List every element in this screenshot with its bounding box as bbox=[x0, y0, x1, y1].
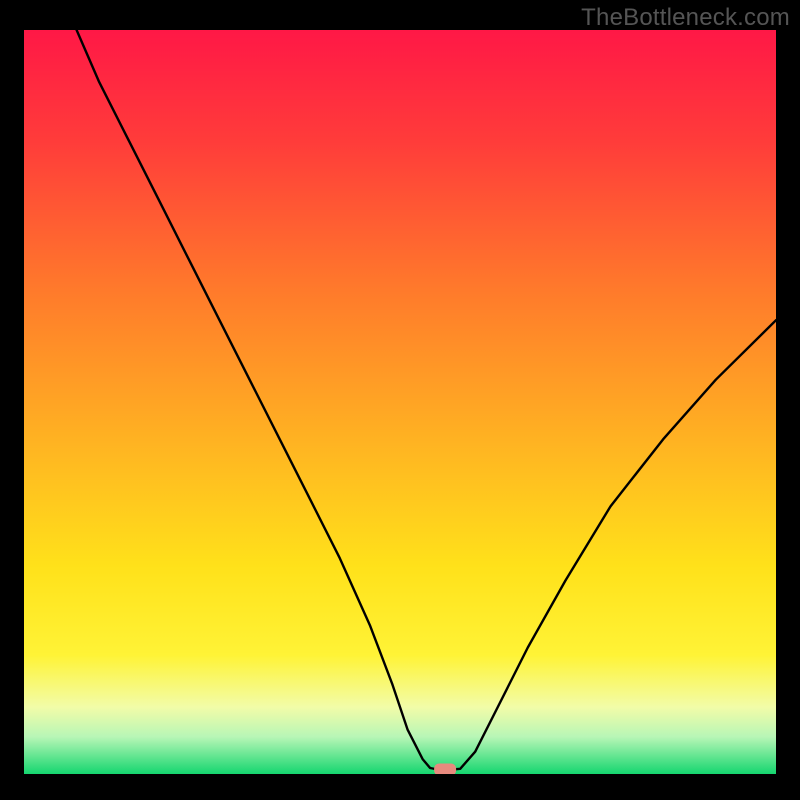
watermark-text: TheBottleneck.com bbox=[581, 4, 790, 32]
min-marker bbox=[434, 764, 456, 775]
chart-frame: TheBottleneck.com bbox=[0, 0, 800, 800]
heatmap-background bbox=[24, 30, 776, 774]
bottleneck-plot-svg bbox=[24, 30, 776, 774]
plot-area bbox=[24, 30, 776, 774]
